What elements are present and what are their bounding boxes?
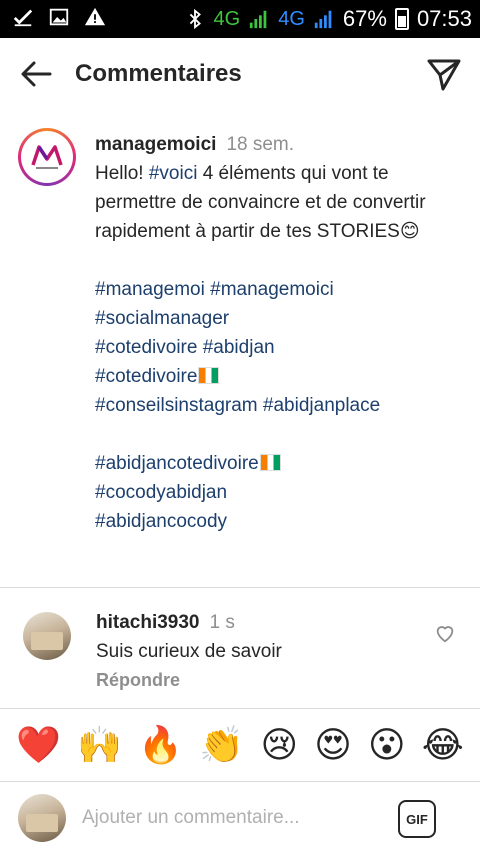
hashtag-line[interactable]: #abidjancocody xyxy=(95,507,465,536)
comment-composer: GIF xyxy=(0,782,480,854)
status-bar: 4G 4G 67% 07:53 xyxy=(0,0,480,38)
emoji-heart-eyes[interactable]: 😍 xyxy=(314,726,352,766)
battery-percent: 67% xyxy=(342,6,387,31)
warning-icon xyxy=(84,7,106,26)
hashtag-line[interactable]: #managemoi #managemoici xyxy=(95,275,465,304)
hashtag-line[interactable]: #conseilsinstagram #abidjanplace xyxy=(95,391,465,420)
clock: 07:53 xyxy=(416,6,472,31)
caption-username[interactable]: managemoici xyxy=(95,134,216,155)
hashtag-line[interactable]: #cotedivoire xyxy=(95,366,197,387)
send-icon[interactable] xyxy=(424,54,464,94)
signal-icon-1 xyxy=(250,10,267,29)
network-indicator-1: 4G xyxy=(213,7,241,30)
back-arrow-icon[interactable] xyxy=(16,54,56,94)
emoji-laughing[interactable]: 😂 xyxy=(422,726,464,766)
image-icon xyxy=(49,8,69,26)
caption-text-1: Hello! xyxy=(95,163,149,184)
check-icon xyxy=(13,9,33,27)
signal-icon-2 xyxy=(314,10,332,29)
ivory-coast-flag-emoji xyxy=(198,367,220,384)
hashtag-line[interactable]: #cotedivoire #abidjan xyxy=(95,333,465,362)
ivory-coast-flag-emoji xyxy=(259,454,281,471)
bluetooth-icon xyxy=(189,8,201,30)
emoji-clap[interactable]: 👏 xyxy=(199,726,244,766)
gif-button[interactable]: GIF xyxy=(398,800,436,838)
page-title: Commentaires xyxy=(75,60,242,87)
emoji-fire[interactable]: 🔥 xyxy=(138,726,183,766)
heart-icon[interactable] xyxy=(434,622,456,644)
emoji-crying[interactable]: 😢 xyxy=(260,726,298,766)
avatar[interactable] xyxy=(18,128,76,186)
manage-moi-logo xyxy=(25,135,69,179)
avatar[interactable] xyxy=(23,612,71,660)
comment-time: 1 s xyxy=(209,612,235,633)
comment-input[interactable] xyxy=(82,804,372,832)
avatar xyxy=(18,794,66,842)
network-indicator-2: 4G xyxy=(278,7,305,30)
emoji-heart[interactable]: ❤️ xyxy=(16,726,61,766)
comment-text: Suis curieux de savoir xyxy=(96,641,282,662)
emoji-quick-bar: ❤️ 🙌 🔥 👏 😢 😍 😮 😂 xyxy=(0,718,480,774)
hashtag-line[interactable]: #abidjancotedivoire xyxy=(95,453,259,474)
battery-icon xyxy=(394,8,409,30)
header: Commentaires xyxy=(0,38,480,110)
hashtag-line[interactable]: #cocodyabidjan xyxy=(95,478,465,507)
divider xyxy=(0,587,480,588)
hashtag-voici[interactable]: #voici xyxy=(149,163,198,184)
emoji-raised-hands[interactable]: 🙌 xyxy=(77,726,122,766)
hashtag-line[interactable]: #socialmanager xyxy=(95,304,465,333)
comment-username[interactable]: hitachi3930 xyxy=(96,612,200,633)
emoji-surprised[interactable]: 😮 xyxy=(368,726,406,766)
divider xyxy=(0,708,480,709)
reply-button[interactable]: Répondre xyxy=(96,670,180,691)
caption-time: 18 sem. xyxy=(226,134,295,155)
